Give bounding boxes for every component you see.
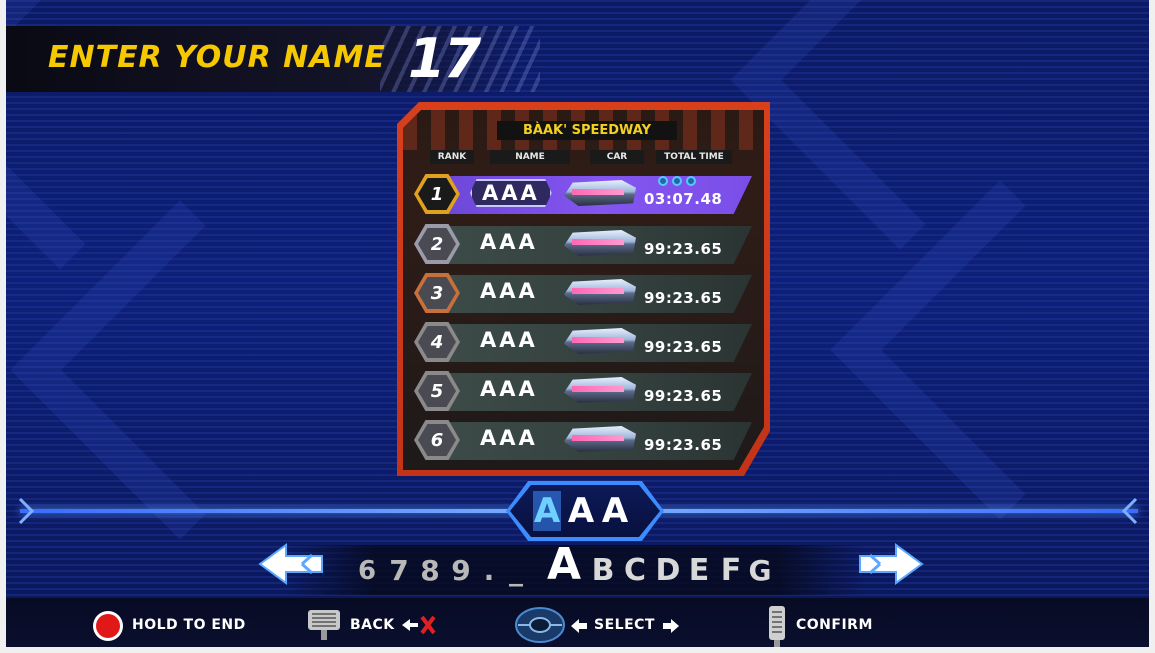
- line-cap-left-icon: [18, 497, 34, 525]
- column-header-car: CAR: [590, 150, 644, 164]
- selector-char[interactable]: 7: [383, 550, 415, 592]
- total-time: 99:23.65: [644, 289, 723, 307]
- car-icon: [564, 426, 636, 452]
- gem-icon: [658, 176, 668, 186]
- selector-char[interactable]: 8: [414, 550, 446, 592]
- total-time: 99:23.65: [644, 338, 723, 356]
- page-title: ENTER YOUR NAME: [48, 40, 386, 75]
- car-icon: [564, 377, 636, 403]
- gem-icon: [672, 176, 682, 186]
- back-label: BACK: [350, 617, 395, 633]
- hold-to-end-label: HOLD TO END: [132, 617, 246, 633]
- total-time: 99:23.65: [644, 240, 723, 258]
- name-entry-char-3[interactable]: A: [601, 491, 629, 531]
- player-name: AAA: [480, 230, 538, 254]
- rank-number: 1: [418, 178, 456, 210]
- rank-number: 3: [418, 277, 456, 309]
- selector-char[interactable]: C: [618, 550, 652, 592]
- rank-number: 6: [418, 424, 456, 456]
- leaderboard-row: 3 AAA 99:23.65: [412, 271, 754, 313]
- column-header-total-time: TOTAL TIME: [656, 150, 732, 164]
- game-screen: ENTER YOUR NAME 17 BÀAK' SPEEDWAY RANK N…: [0, 0, 1155, 653]
- selector-char[interactable]: G: [744, 550, 776, 592]
- column-header-rank: RANK: [430, 150, 474, 164]
- background-chevron: [830, 180, 1155, 520]
- frame-edge-right: [1149, 0, 1155, 653]
- frame-edge-left: [0, 0, 6, 653]
- total-time: 03:07.48: [644, 190, 723, 208]
- arrow-right-small-icon: [663, 619, 679, 633]
- arrow-left-small-icon: [571, 619, 587, 633]
- selector-char[interactable]: B: [586, 550, 620, 592]
- player-name: AAA: [480, 377, 538, 401]
- player-name: AAA: [480, 328, 538, 352]
- confirm-label: CONFIRM: [796, 617, 873, 633]
- column-header-name: NAME: [490, 150, 570, 164]
- leaderboard-row: 2 AAA 99:23.65: [412, 222, 754, 264]
- leaderboard-row: 6 AAA 99:23.65: [412, 418, 754, 460]
- arrow-right-icon[interactable]: [858, 541, 924, 587]
- leaderboard-row: 5 AAA 99:23.65: [412, 369, 754, 411]
- rank-number: 5: [418, 375, 456, 407]
- name-entry-char-1[interactable]: A: [533, 491, 561, 531]
- red-button-icon: [93, 611, 123, 641]
- selector-char[interactable]: F: [714, 550, 748, 592]
- total-time: 99:23.65: [644, 436, 723, 454]
- frame-edge-bottom: [0, 647, 1155, 653]
- select-label: SELECT: [594, 617, 655, 633]
- name-entry-char-2[interactable]: A: [567, 491, 595, 531]
- total-time: 99:23.65: [644, 387, 723, 405]
- accelerator-pedal-icon: [769, 606, 785, 647]
- arrow-left-icon[interactable]: [258, 541, 324, 587]
- player-name: AAA: [480, 279, 538, 303]
- rank-number: 2: [418, 228, 456, 260]
- player-name: AAA: [470, 179, 552, 207]
- track-name: BÀAK' SPEEDWAY: [497, 121, 677, 140]
- selector-char[interactable]: _: [500, 550, 532, 592]
- selector-char[interactable]: D: [651, 550, 685, 592]
- leaderboard-row: 1 AAA 03:07.48: [412, 172, 754, 214]
- car-icon: [564, 180, 636, 206]
- back-arrow-x-icon: [402, 615, 436, 635]
- brake-pedal-icon: [308, 610, 340, 640]
- gem-icon: [686, 176, 696, 186]
- car-icon: [564, 328, 636, 354]
- car-icon: [564, 230, 636, 256]
- player-name: AAA: [480, 426, 538, 450]
- leaderboard-row: 4 AAA 99:23.65: [412, 320, 754, 362]
- selector-char[interactable]: E: [682, 550, 716, 592]
- selector-char[interactable]: 6: [352, 550, 382, 592]
- steering-wheel-icon: [515, 607, 565, 643]
- countdown-timer: 17: [408, 27, 481, 90]
- selector-char-selected[interactable]: A: [540, 543, 588, 587]
- rank-number: 4: [418, 326, 456, 358]
- gem-icons: [658, 176, 696, 186]
- car-icon: [564, 279, 636, 305]
- line-cap-right-icon: [1122, 497, 1138, 525]
